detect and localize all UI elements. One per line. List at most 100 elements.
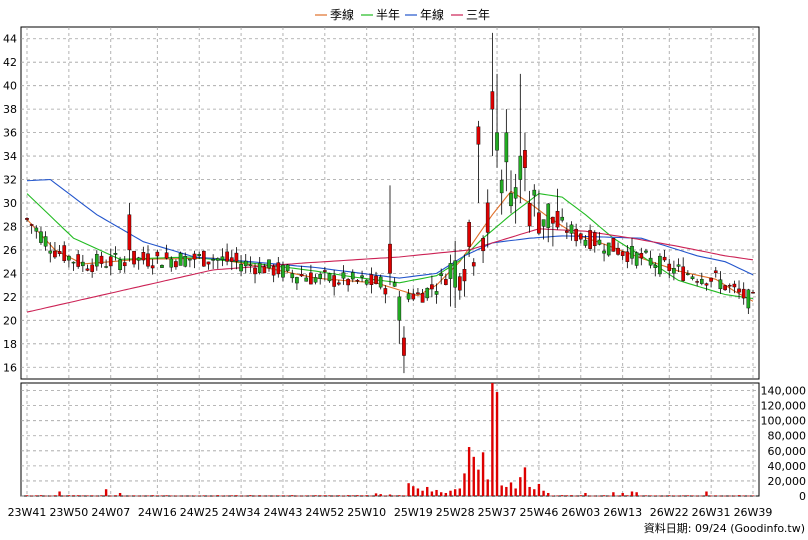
candle-down: [257, 263, 262, 274]
volume-bar: [207, 495, 210, 497]
candle-up: [336, 282, 341, 285]
volume-bar: [305, 495, 308, 497]
volume-bar: [477, 469, 480, 496]
candle-down: [672, 268, 676, 274]
candle-up: [727, 284, 732, 287]
candle-up: [523, 149, 527, 168]
volume-bar: [365, 495, 368, 496]
x-tick-label: 24W16: [138, 506, 177, 519]
volume-bar: [695, 495, 699, 497]
candle-up: [164, 252, 169, 259]
volume-tick-label: 20,000: [768, 475, 807, 488]
candle-down: [653, 264, 658, 268]
candle-up: [713, 270, 718, 274]
candle-up: [741, 288, 746, 299]
volume-bar: [300, 495, 303, 497]
volume-bar: [635, 492, 638, 496]
candle-down: [327, 273, 332, 282]
candle-up: [25, 218, 29, 220]
volume-bar: [579, 495, 583, 496]
candle-down: [495, 132, 499, 151]
volume-bar: [705, 491, 708, 496]
volume-bar: [356, 495, 359, 496]
candle-up: [444, 279, 448, 285]
volume-bar: [668, 495, 671, 496]
candle-down: [434, 291, 439, 295]
candle-up: [234, 252, 239, 262]
volume-bar: [328, 495, 331, 496]
candle-down: [220, 256, 225, 261]
x-tick-label: 26W03: [561, 506, 600, 519]
volume-tick-label: 40,000: [768, 460, 807, 473]
candle-up: [620, 251, 625, 256]
volume-bar: [570, 495, 573, 496]
legend-label-year: 年線: [420, 7, 444, 22]
candle-up: [574, 228, 578, 242]
candle-down: [360, 275, 364, 278]
volume-bar: [393, 495, 396, 497]
candle-up: [662, 256, 667, 261]
volume-bar: [607, 495, 610, 497]
volume-bar: [314, 495, 317, 496]
volume-bar: [286, 495, 289, 497]
volume-bar: [216, 495, 220, 496]
candle-down: [39, 231, 43, 243]
candle-up: [85, 268, 90, 271]
candle-down: [71, 261, 76, 264]
x-tick-label: 23W41: [8, 506, 47, 519]
price-tick-label: 40: [3, 80, 17, 93]
candle-up: [388, 243, 392, 274]
volume-bar: [602, 495, 606, 496]
volume-bar: [337, 495, 341, 496]
volume-bar: [258, 495, 261, 496]
candle-down: [648, 257, 653, 266]
price-tick-label: 16: [3, 361, 17, 374]
candle-up: [565, 230, 569, 233]
volume-bar: [649, 495, 652, 497]
candlestick-chart: 季線 半年 年線 三年 16 18 20 22 24 26 28 30 32 34 36 38 40 42…: [3, 7, 807, 535]
volume-plot-frame: [20, 382, 760, 497]
volume-bar: [402, 495, 406, 496]
volume-bar: [388, 494, 392, 496]
candle-up: [150, 265, 155, 269]
volume-axis: 0 20,000 40,000 60,000 80,000 100,000 120,000 1…: [761, 385, 807, 503]
candle-down: [290, 273, 295, 279]
x-tick-label: 25W37: [478, 506, 517, 519]
volume-bar: [30, 495, 33, 497]
volume-bar: [467, 447, 471, 496]
volume-bar: [533, 489, 536, 496]
volume-bar: [132, 495, 136, 496]
volume-bar: [109, 495, 112, 497]
volume-bar: [151, 495, 154, 496]
candle-down: [285, 264, 290, 272]
candle-down: [448, 263, 453, 279]
price-tick-label: 32: [3, 174, 17, 187]
candle-up: [737, 288, 741, 293]
legend: 季線 半年 年線 三年: [315, 7, 490, 22]
candle-up: [462, 269, 467, 282]
volume-bar: [221, 495, 224, 497]
x-tick-label: 24W34: [222, 506, 261, 519]
candle-down: [104, 266, 108, 268]
volume-bar: [691, 495, 694, 497]
candle-up: [476, 126, 481, 145]
legend-label-quarter: 季線: [330, 7, 354, 22]
volume-bar: [100, 495, 103, 496]
candle-up: [592, 232, 597, 247]
volume-bar: [491, 383, 494, 496]
volume-bar: [593, 495, 596, 497]
volume-bar: [728, 495, 731, 497]
volume-bar: [658, 495, 662, 497]
volume-bar: [342, 495, 345, 497]
candle-up: [732, 283, 737, 288]
volume-bar: [430, 491, 434, 496]
volume-bar: [142, 495, 145, 497]
candle-down: [304, 277, 309, 282]
price-tick-label: 28: [3, 220, 17, 233]
candle-up: [76, 254, 81, 267]
candle-up: [555, 210, 560, 228]
volume-bar: [253, 495, 257, 497]
volume-bar: [500, 485, 503, 496]
volume-bar: [263, 495, 266, 497]
candle-up: [229, 257, 234, 262]
